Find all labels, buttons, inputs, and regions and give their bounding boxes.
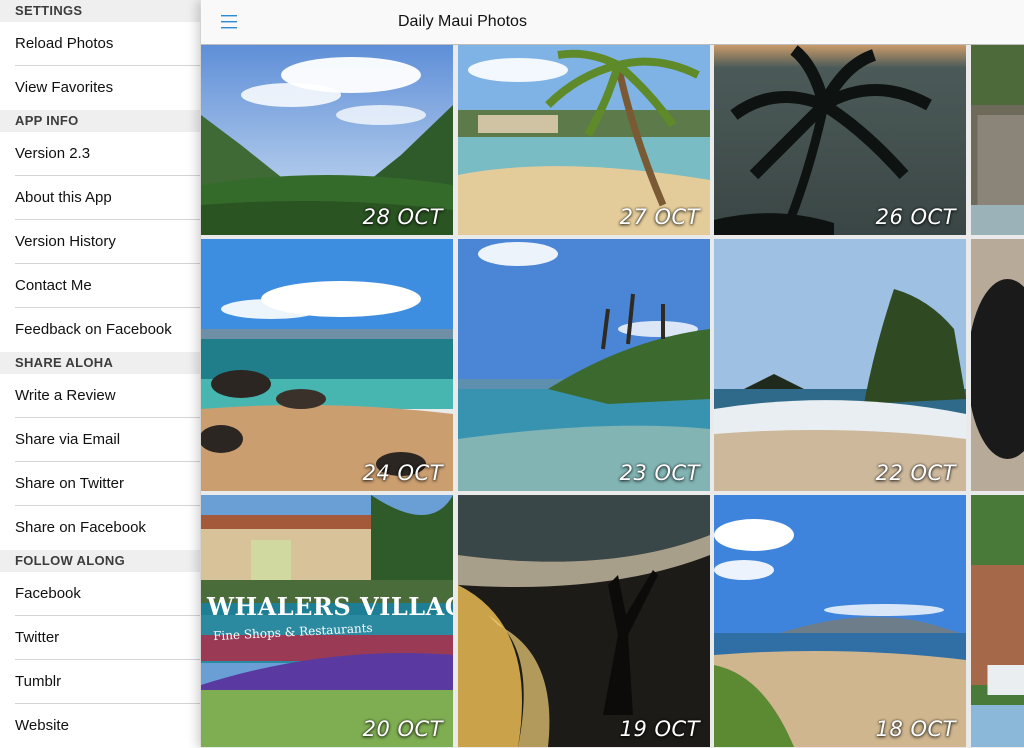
photo-image <box>971 239 1024 491</box>
menu-item-label: About this App <box>15 189 112 206</box>
photo-date-label: 19 OCT <box>619 717 700 741</box>
photo-image <box>714 495 966 747</box>
menu-item-website[interactable]: Website <box>0 704 200 748</box>
menu-item-write-a-review[interactable]: Write a Review <box>0 374 200 418</box>
photo-image <box>971 495 1024 747</box>
photo-thumbnail[interactable]: 19 OCT <box>458 495 710 747</box>
photo-thumbnail[interactable]: 24 OCT <box>201 239 453 491</box>
photo-image <box>714 239 966 491</box>
menu-item-label: Share on Facebook <box>15 519 146 536</box>
photo-date-label: 18 OCT <box>875 717 956 741</box>
photo-thumbnail[interactable]: 26 OCT <box>714 45 966 235</box>
photo-thumbnail[interactable]: 27 OCT <box>458 45 710 235</box>
menu-item-twitter[interactable]: Twitter <box>0 616 200 660</box>
page-title: Daily Maui Photos <box>398 13 527 30</box>
photo-thumbnail[interactable]: WHALERS VILLAGEFine Shops & Restaurants2… <box>201 495 453 747</box>
photo-thumbnail[interactable]: 28 OCT <box>201 45 453 235</box>
menu-item-label: Twitter <box>15 629 60 646</box>
photo-thumbnail[interactable]: 22 OCT <box>714 239 966 491</box>
menu-item-reload-photos[interactable]: Reload Photos <box>0 22 200 66</box>
photo-date-label: 20 OCT <box>362 717 443 741</box>
photo-date-label: 26 OCT <box>875 205 956 229</box>
photo-image <box>458 495 710 747</box>
photo-thumbnail[interactable]: 18 OCT <box>714 495 966 747</box>
menu-item-label: Website <box>15 717 69 734</box>
menu-item-label: Share via Email <box>15 431 121 448</box>
section-header: FOLLOW ALONG <box>0 550 200 572</box>
menu-item-feedback-on-facebook[interactable]: Feedback on Facebook <box>0 308 200 352</box>
menu-item-version-2-3[interactable]: Version 2.3 <box>0 132 200 176</box>
photo-image <box>201 495 453 747</box>
main-panel: Daily Maui Photos 28 OCT 27 OCT 26 OCT 2… <box>201 0 1024 748</box>
photo-date-label: 22 OCT <box>875 461 956 485</box>
menu-item-label: Version 2.3 <box>15 145 91 162</box>
menu-item-share-on-facebook[interactable]: Share on Facebook <box>0 506 200 550</box>
menu-item-view-favorites[interactable]: View Favorites <box>0 66 200 110</box>
menu-item-label: Write a Review <box>15 387 116 404</box>
photo-image <box>458 239 710 491</box>
sign-text: WHALERS VILLAGE <box>207 592 453 621</box>
menu-item-share-via-email[interactable]: Share via Email <box>0 418 200 462</box>
menu-item-facebook[interactable]: Facebook <box>0 572 200 616</box>
menu-item-label: View Favorites <box>15 79 114 96</box>
photo-date-label: 27 OCT <box>619 205 700 229</box>
menu-item-label: Contact Me <box>15 277 92 294</box>
photo-thumbnail[interactable] <box>971 45 1024 235</box>
menu-item-label: Tumblr <box>15 673 62 690</box>
photo-thumbnail[interactable] <box>971 495 1024 747</box>
menu-item-label: Facebook <box>15 585 81 602</box>
sidebar-menu: SETTINGS Reload Photos View Favorites APP I… <box>0 0 200 748</box>
menu-item-share-on-twitter[interactable]: Share on Twitter <box>0 462 200 506</box>
photo-date-label: 28 OCT <box>362 205 443 229</box>
menu-item-version-history[interactable]: Version History <box>0 220 200 264</box>
photo-grid: 28 OCT 27 OCT 26 OCT 24 OCT 23 OCT 22 OC… <box>201 45 1024 748</box>
menu-item-label: Share on Twitter <box>15 475 124 492</box>
section-header: SETTINGS <box>0 0 200 22</box>
menu-item-label: Feedback on Facebook <box>15 321 172 338</box>
menu-item-about-this-app[interactable]: About this App <box>0 176 200 220</box>
menu-item-label: Reload Photos <box>15 35 114 52</box>
section-header: APP INFO <box>0 110 200 132</box>
photo-image <box>971 45 1024 235</box>
menu-item-contact-me[interactable]: Contact Me <box>0 264 200 308</box>
menu-item-tumblr[interactable]: Tumblr <box>0 660 200 704</box>
menu-item-label: Version History <box>15 233 116 250</box>
photo-thumbnail[interactable]: 23 OCT <box>458 239 710 491</box>
photo-date-label: 23 OCT <box>619 461 700 485</box>
photo-date-label: 24 OCT <box>362 461 443 485</box>
section-header: SHARE ALOHA <box>0 352 200 374</box>
photo-thumbnail[interactable] <box>971 239 1024 491</box>
photo-image <box>201 239 453 491</box>
navigation-bar: Daily Maui Photos <box>201 0 1024 45</box>
